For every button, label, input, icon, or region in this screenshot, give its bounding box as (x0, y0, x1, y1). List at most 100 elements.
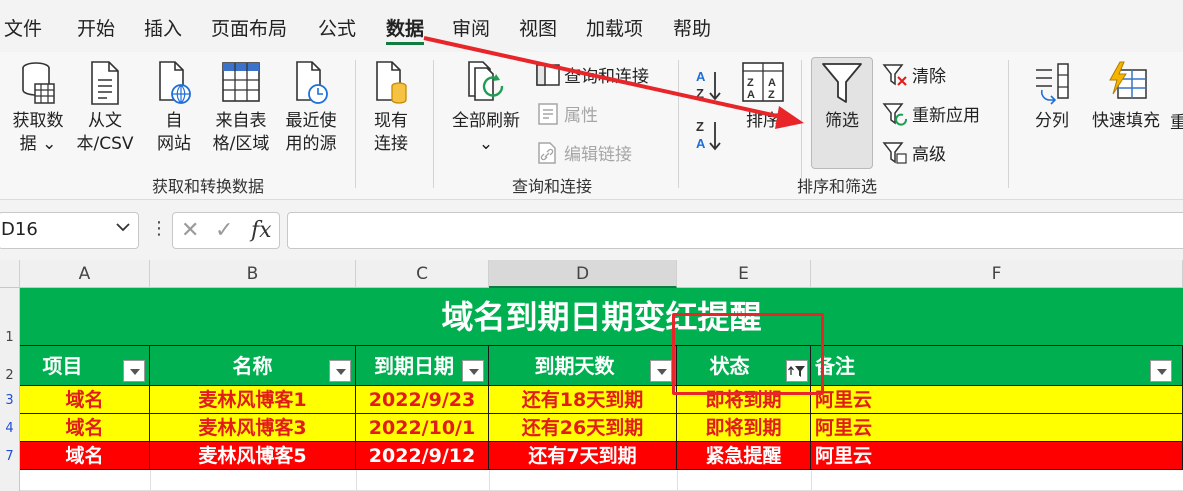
table-cell[interactable]: 域名 (20, 386, 150, 414)
text-file-icon (91, 61, 119, 105)
more-options-icon[interactable]: ⋮ (150, 218, 168, 239)
table-cell[interactable]: 域名 (20, 414, 150, 442)
connection-file-icon (376, 61, 407, 104)
row-header-2[interactable]: 2 (0, 346, 20, 386)
table-cell[interactable]: 还有26天到期 (489, 414, 677, 442)
filter-dropdown-icon[interactable] (462, 360, 484, 382)
column-header-f[interactable]: F (811, 260, 1183, 288)
header-cell-days-left[interactable]: 到期天数 (489, 346, 677, 386)
flash-fill-button[interactable]: 快速填充 (1086, 60, 1166, 133)
table-cell[interactable]: 阿里云 (811, 386, 1183, 414)
advanced-filter-button[interactable]: 高级 (882, 140, 946, 165)
table-cell[interactable]: 阿里云 (811, 442, 1183, 470)
table-cell[interactable]: 域名 (20, 442, 150, 470)
formula-actions: ✕ ✓ fx (172, 212, 280, 249)
tab-addins[interactable]: 加载项 (586, 14, 643, 41)
remove-duplicates-button-partial[interactable]: 重 (1170, 112, 1183, 135)
table-cell[interactable]: 2022/9/12 (356, 442, 489, 470)
sort-descending-button[interactable]: Z A (695, 118, 723, 152)
cancel-icon[interactable]: ✕ (181, 218, 199, 243)
table-cell[interactable]: 麦林风博客1 (150, 386, 356, 414)
header-cell-expiry-date[interactable]: 到期日期 (356, 346, 489, 386)
header-cell-remarks[interactable]: 备注 (811, 346, 1183, 386)
reapply-icon (882, 102, 908, 126)
clear-filter-button[interactable]: 清除 (882, 62, 946, 87)
row-header-7[interactable]: 7 (0, 442, 20, 470)
formula-input[interactable] (287, 212, 1183, 249)
insert-function-icon[interactable]: fx (251, 218, 272, 243)
ribbon-tab-bar: 文件 开始 插入 页面布局 公式 数据 审阅 视图 加载项 帮助 (0, 0, 1183, 52)
sort-ascending-button[interactable]: A Z (695, 68, 723, 102)
svg-text:Z: Z (696, 86, 704, 101)
web-page-icon (159, 61, 191, 104)
from-web-button[interactable]: 自 网站 (146, 60, 202, 156)
sheet-title-cell[interactable]: 域名到期日期变红提醒 (20, 288, 1183, 346)
reapply-filter-button[interactable]: 重新应用 (882, 101, 980, 126)
text-to-columns-icon (1036, 63, 1069, 105)
tab-data[interactable]: 数据 (386, 14, 424, 41)
table-cell[interactable]: 2022/9/23 (356, 386, 489, 414)
filter-button[interactable]: 筛选 (811, 60, 873, 133)
database-icon (22, 62, 55, 104)
tab-page-layout[interactable]: 页面布局 (211, 14, 287, 41)
name-box[interactable]: D16 (0, 212, 139, 249)
spreadsheet-grid: A B C D E F 1 2 3 4 7 域名到期日期变红提醒 项目 名称 到… (0, 260, 1183, 491)
row-header-1[interactable]: 1 (0, 288, 20, 346)
sort-button[interactable]: Z A A Z 排序 (736, 60, 790, 133)
header-cell-name[interactable]: 名称 (150, 346, 356, 386)
edit-links-button[interactable]: 编辑链接 (536, 140, 632, 165)
from-table-range-button[interactable]: 来自表 格/区域 (206, 60, 276, 156)
column-header-b[interactable]: B (150, 260, 356, 288)
from-text-csv-button[interactable]: 从文 本/CSV (72, 60, 138, 156)
ribbon-separator (678, 60, 679, 188)
select-all-corner[interactable] (0, 260, 20, 288)
tab-help[interactable]: 帮助 (673, 14, 711, 41)
filter-dropdown-icon[interactable] (650, 360, 672, 382)
group-label-get-transform: 获取和转换数据 (152, 177, 265, 196)
header-cell-item[interactable]: 项目 (20, 346, 150, 386)
queries-connections-button[interactable]: 查询和连接 (536, 62, 649, 87)
column-header-c[interactable]: C (356, 260, 489, 288)
row-header-4[interactable]: 4 (0, 414, 20, 442)
svg-text:Z: Z (747, 77, 754, 89)
column-header-e[interactable]: E (677, 260, 811, 288)
get-data-button[interactable]: 获取数 据 ⌄ (8, 60, 68, 156)
column-header-a[interactable]: A (20, 260, 150, 288)
table-cell[interactable]: 即将到期 (677, 414, 811, 442)
properties-button[interactable]: 属性 (536, 101, 598, 126)
tab-file[interactable]: 文件 (4, 14, 42, 41)
tab-insert[interactable]: 插入 (144, 14, 182, 41)
recent-sources-button[interactable]: 最近使 用的源 (280, 60, 342, 156)
formula-bar: D16 ⋮ ✕ ✓ fx (0, 200, 1183, 260)
tab-review[interactable]: 审阅 (452, 14, 490, 41)
table-cell[interactable]: 阿里云 (811, 414, 1183, 442)
text-to-columns-button[interactable]: 分列 (1026, 60, 1078, 133)
group-label-sort-filter: 排序和筛选 (797, 177, 878, 196)
table-cell[interactable]: 紧急提醒 (677, 442, 811, 470)
refresh-all-button[interactable]: 全部刷新 ⌄ (446, 60, 526, 156)
tab-formulas[interactable]: 公式 (318, 14, 356, 41)
confirm-icon[interactable]: ✓ (215, 218, 233, 243)
filter-dropdown-icon[interactable] (1150, 360, 1172, 382)
table-cell[interactable]: 麦林风博客3 (150, 414, 356, 442)
chevron-down-icon[interactable] (116, 220, 130, 236)
clear-filter-icon (882, 63, 907, 86)
row-header-empty[interactable] (0, 470, 20, 491)
existing-connections-button[interactable]: 现有 连接 (363, 60, 419, 156)
table-cell[interactable]: 还有18天到期 (489, 386, 677, 414)
tab-view[interactable]: 视图 (519, 14, 557, 41)
ribbon-separator (433, 60, 434, 188)
svg-text:A: A (696, 136, 706, 151)
tab-home[interactable]: 开始 (77, 14, 115, 41)
sort-az-icon: A Z (696, 69, 721, 101)
filter-dropdown-icon[interactable] (329, 360, 351, 382)
column-header-d[interactable]: D (489, 260, 677, 288)
row-header-3[interactable]: 3 (0, 386, 20, 414)
sort-dialog-icon: Z A A Z (742, 62, 784, 102)
table-cell[interactable]: 麦林风博客5 (150, 442, 356, 470)
filter-dropdown-icon[interactable] (123, 360, 145, 382)
funnel-icon (822, 63, 862, 103)
empty-row[interactable] (20, 470, 1183, 491)
table-cell[interactable]: 2022/10/1 (356, 414, 489, 442)
table-cell[interactable]: 还有7天到期 (489, 442, 677, 470)
